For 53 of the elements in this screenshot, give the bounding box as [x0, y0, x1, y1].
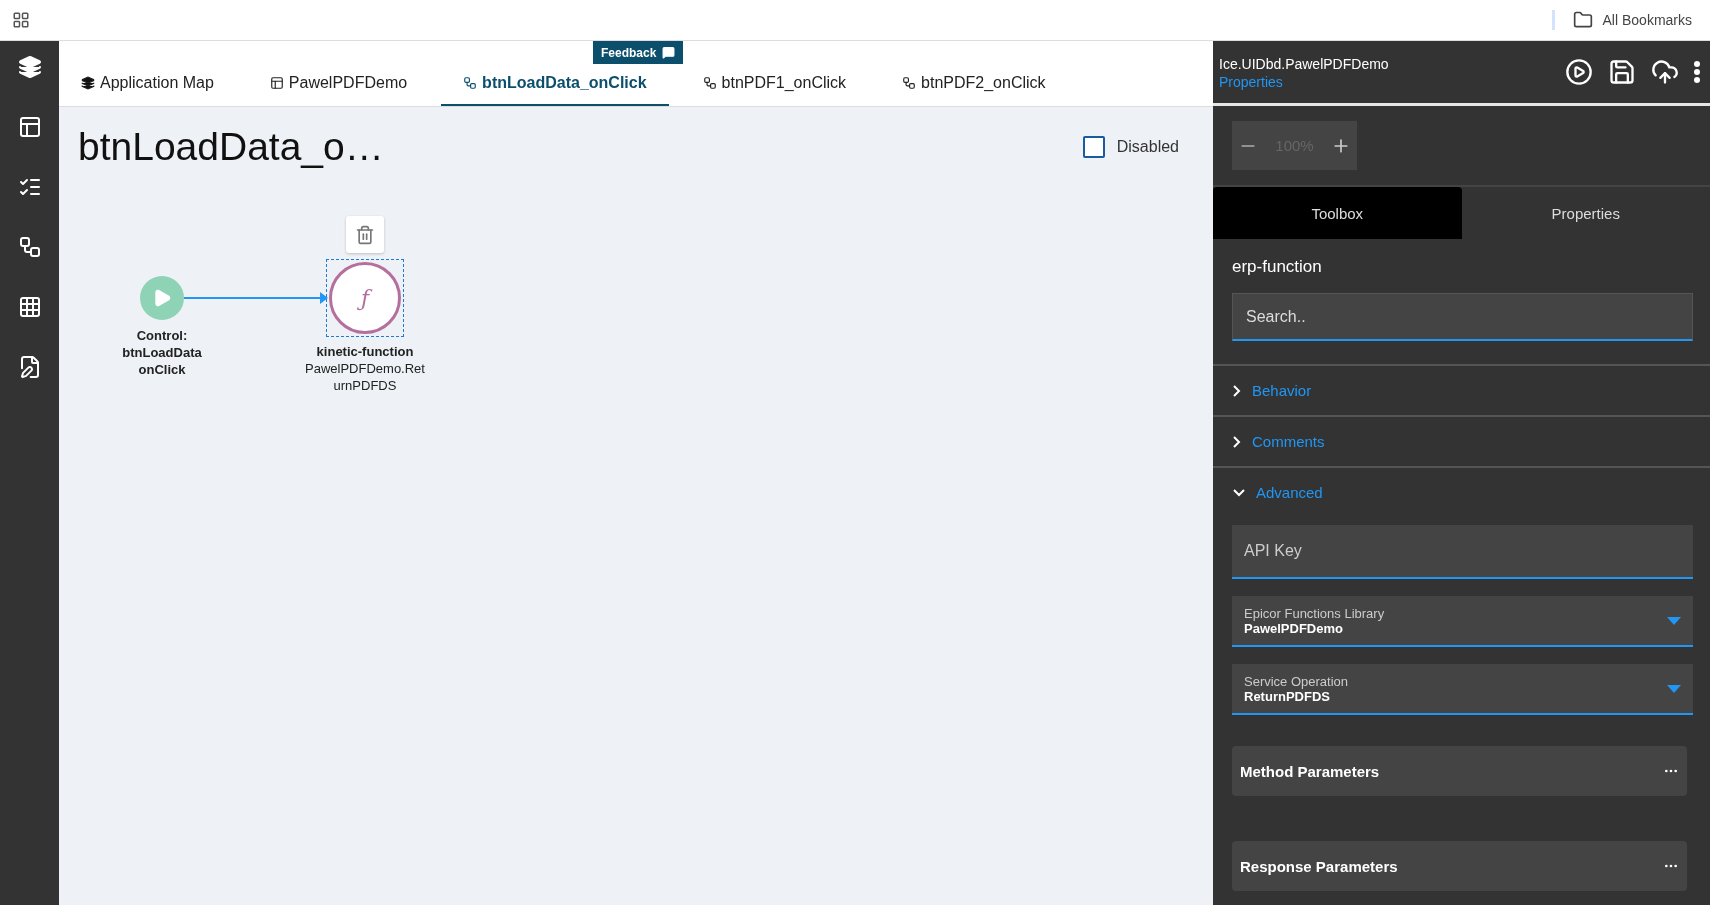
tab[interactable]: btnPDF1_onClick: [680, 62, 869, 106]
parameters-button[interactable]: Response Parameters: [1232, 841, 1687, 891]
node-title: kinetic-function: [315, 343, 415, 360]
chat-icon: [662, 46, 676, 59]
folder-icon: [1572, 10, 1593, 30]
accordion-header[interactable]: Behavior: [1213, 366, 1710, 415]
chevron-icon: [1233, 488, 1245, 497]
checkbox[interactable]: [1082, 136, 1105, 158]
layout-icon: [269, 76, 284, 90]
caret-icon: [1667, 684, 1681, 693]
workflow-icon: [702, 76, 717, 90]
field-label: Epicor Functions Library: [1244, 605, 1385, 621]
api-key-field[interactable]: API Key: [1232, 525, 1693, 579]
panel-title: Ice.UIDbd.PawelPDFDemo: [1219, 55, 1389, 74]
section-heading: erp-function: [1231, 256, 1323, 278]
flow-title: btnLoadData_o…: [78, 125, 384, 169]
dropdown-field[interactable]: Epicor Functions Library PawelPDFDemo: [1232, 596, 1693, 647]
checkbox-label: Disabled: [1116, 138, 1179, 156]
grid-icon[interactable]: [17, 295, 42, 319]
trash-icon: [355, 224, 375, 245]
tab[interactable]: Application Map: [59, 62, 236, 106]
accordion-header[interactable]: Advanced: [1213, 468, 1710, 517]
workflow-icon: [463, 76, 478, 90]
field-value: ReturnPDFDS: [1244, 688, 1330, 704]
parameters-button[interactable]: Method Parameters: [1232, 746, 1687, 796]
feedback-button[interactable]: Feedback: [593, 41, 684, 64]
chevron-icon: [1233, 435, 1241, 448]
chevron-icon: [1233, 384, 1241, 397]
upload-icon[interactable]: [1651, 58, 1679, 86]
apps-icon[interactable]: [12, 11, 30, 29]
panel-tab[interactable]: Toolbox: [1213, 187, 1462, 239]
dropdown-field[interactable]: Service Operation ReturnPDFDS: [1232, 664, 1693, 715]
more-icon[interactable]: [1694, 61, 1700, 83]
tab[interactable]: PawelPDFDemo: [247, 62, 430, 106]
run-icon[interactable]: [1565, 58, 1593, 86]
workflow-icon: [902, 76, 917, 90]
field-value: PawelPDFDemo: [1244, 620, 1344, 636]
tab[interactable]: btnPDF2_onClick: [880, 62, 1068, 106]
search-field[interactable]: Search..: [1232, 293, 1693, 341]
layers-icon: [81, 76, 95, 90]
delete-button[interactable]: [346, 216, 384, 253]
workflow-icon[interactable]: [17, 235, 42, 259]
properties-link[interactable]: Properties: [1219, 74, 1283, 90]
accordion-header[interactable]: Comments: [1213, 417, 1710, 466]
layers-icon[interactable]: [17, 55, 42, 79]
caret-icon: [1667, 616, 1681, 625]
layout-icon[interactable]: [17, 115, 42, 139]
save-icon[interactable]: [1608, 58, 1636, 86]
panel-tab[interactable]: Properties: [1461, 187, 1710, 239]
field-label: Service Operation: [1244, 673, 1349, 689]
node-title: Control: btnLoadData onClick: [121, 327, 203, 378]
node-subtitle: PawelPDFDemo.ReturnPDFDS: [304, 360, 426, 394]
bookmarks-label[interactable]: All Bookmarks: [1602, 12, 1692, 28]
